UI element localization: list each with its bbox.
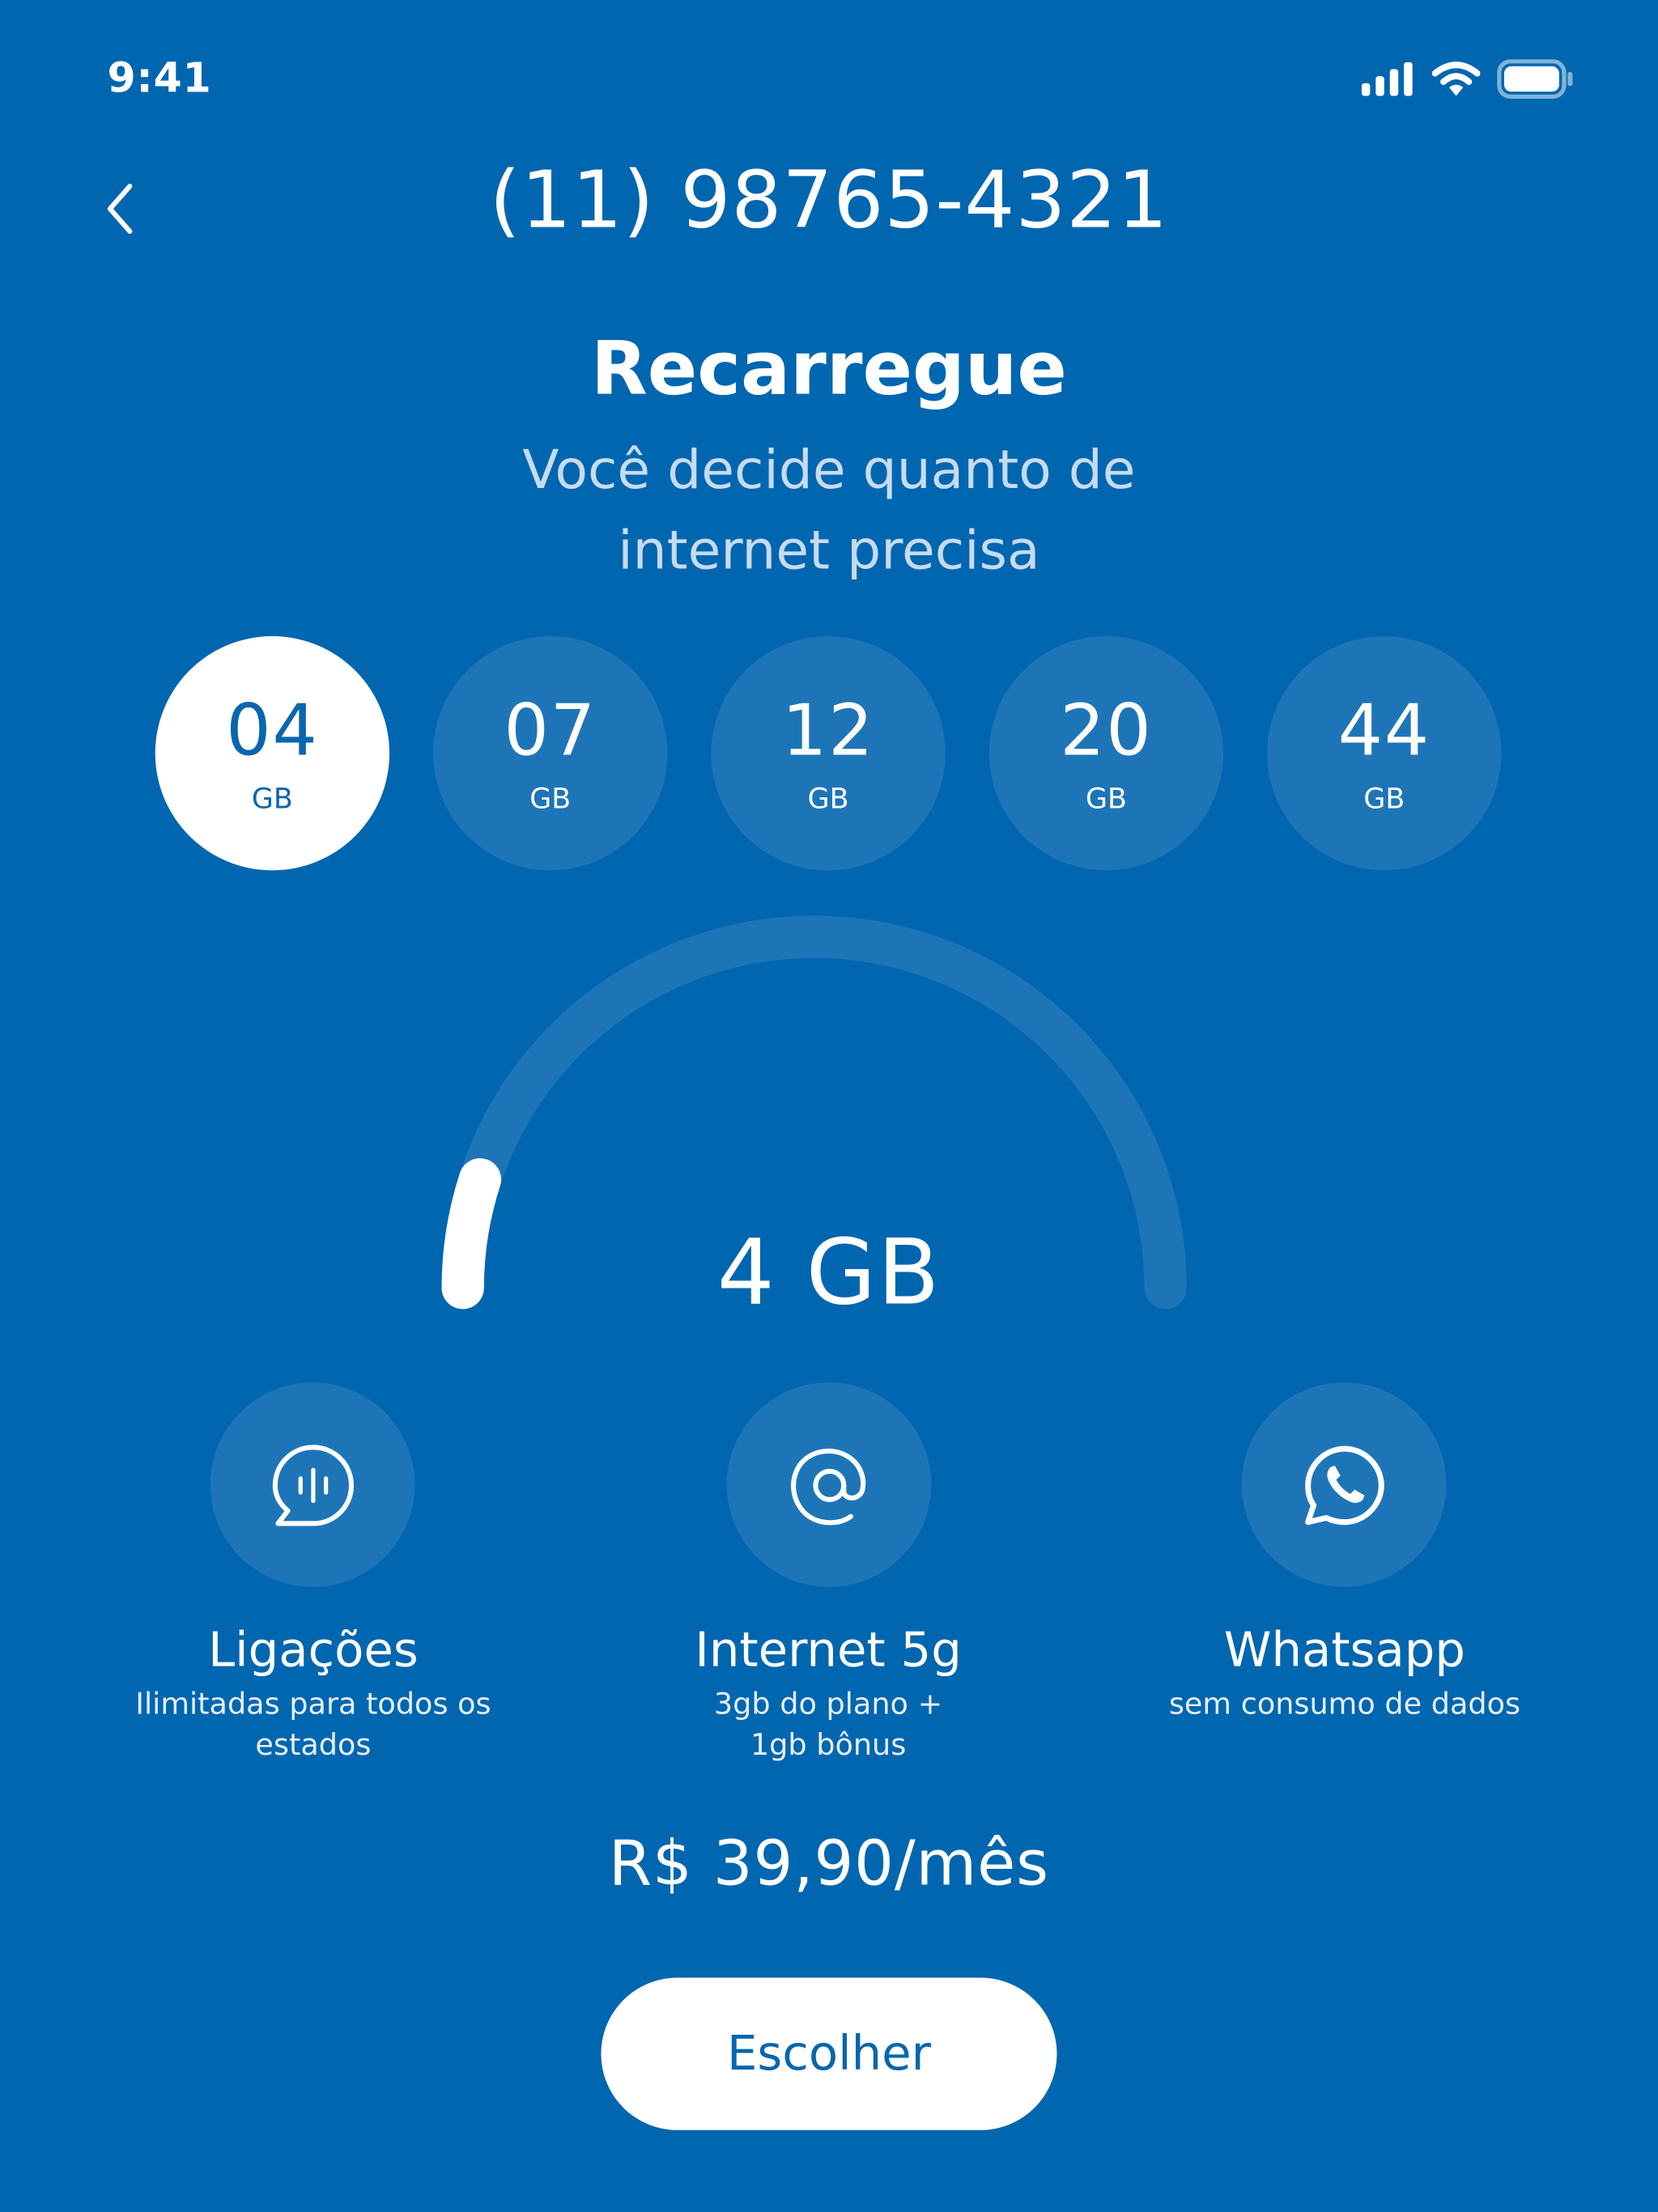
feature-internet-title: Internet 5g <box>695 1622 962 1679</box>
gb-option-unit: GB <box>251 781 293 816</box>
at-sign-icon <box>790 1447 865 1525</box>
app-screen: 9:41 (11) 98765-4321 Recarregue Você dec… <box>0 0 1658 2212</box>
page-subtitle: Você decide quanto de internet precisa <box>522 439 1136 582</box>
feature-internet-description: 3gb do plano + 1gb bônus <box>713 1687 943 1762</box>
feature-whatsapp-title: Whatsapp <box>1223 1622 1466 1679</box>
chat-voice-icon <box>271 1444 354 1526</box>
cellular-signal-icon <box>1361 62 1413 96</box>
choose-button[interactable]: Escolher <box>601 1977 1057 2130</box>
phone-number-title: (11) 98765-4321 <box>489 155 1169 248</box>
gb-option-07[interactable]: 07 GB <box>433 636 668 871</box>
gb-option-unit: GB <box>1085 781 1127 816</box>
battery-icon <box>1497 59 1573 100</box>
gb-option-value: 20 <box>1060 690 1153 772</box>
wifi-icon <box>1432 62 1481 96</box>
feature-calls-title: Ligações <box>208 1622 419 1679</box>
feature-calls-icon-circle <box>210 1382 415 1587</box>
feature-whatsapp-icon-circle <box>1241 1382 1447 1587</box>
status-icons <box>1361 57 1573 102</box>
whatsapp-icon <box>1304 1445 1384 1525</box>
price-label: R$ 39,90/mês <box>608 1828 1050 1900</box>
gb-option-unit: GB <box>807 781 849 816</box>
status-time: 9:41 <box>107 53 212 102</box>
gb-option-value: 04 <box>226 690 319 772</box>
gb-option-value: 12 <box>781 690 875 772</box>
gb-option-unit: GB <box>529 781 572 816</box>
page-title: Recarregue <box>591 327 1067 412</box>
gb-option-value: 44 <box>1337 690 1431 772</box>
gb-option-44[interactable]: 44 GB <box>1267 636 1502 871</box>
gb-option-value: 07 <box>504 690 597 772</box>
gauge-value: 4 GB <box>716 1221 942 1327</box>
gb-option-20[interactable]: 20 GB <box>988 636 1224 871</box>
feature-whatsapp-description: sem consumo de dados <box>1168 1687 1521 1722</box>
gb-option-12[interactable]: 12 GB <box>711 636 946 871</box>
gb-option-unit: GB <box>1363 781 1405 816</box>
feature-internet-icon-circle <box>726 1382 932 1587</box>
gb-option-04[interactable]: 04 GB <box>155 636 390 871</box>
feature-calls-description: Ilimitadas para todos os estados <box>135 1687 491 1762</box>
